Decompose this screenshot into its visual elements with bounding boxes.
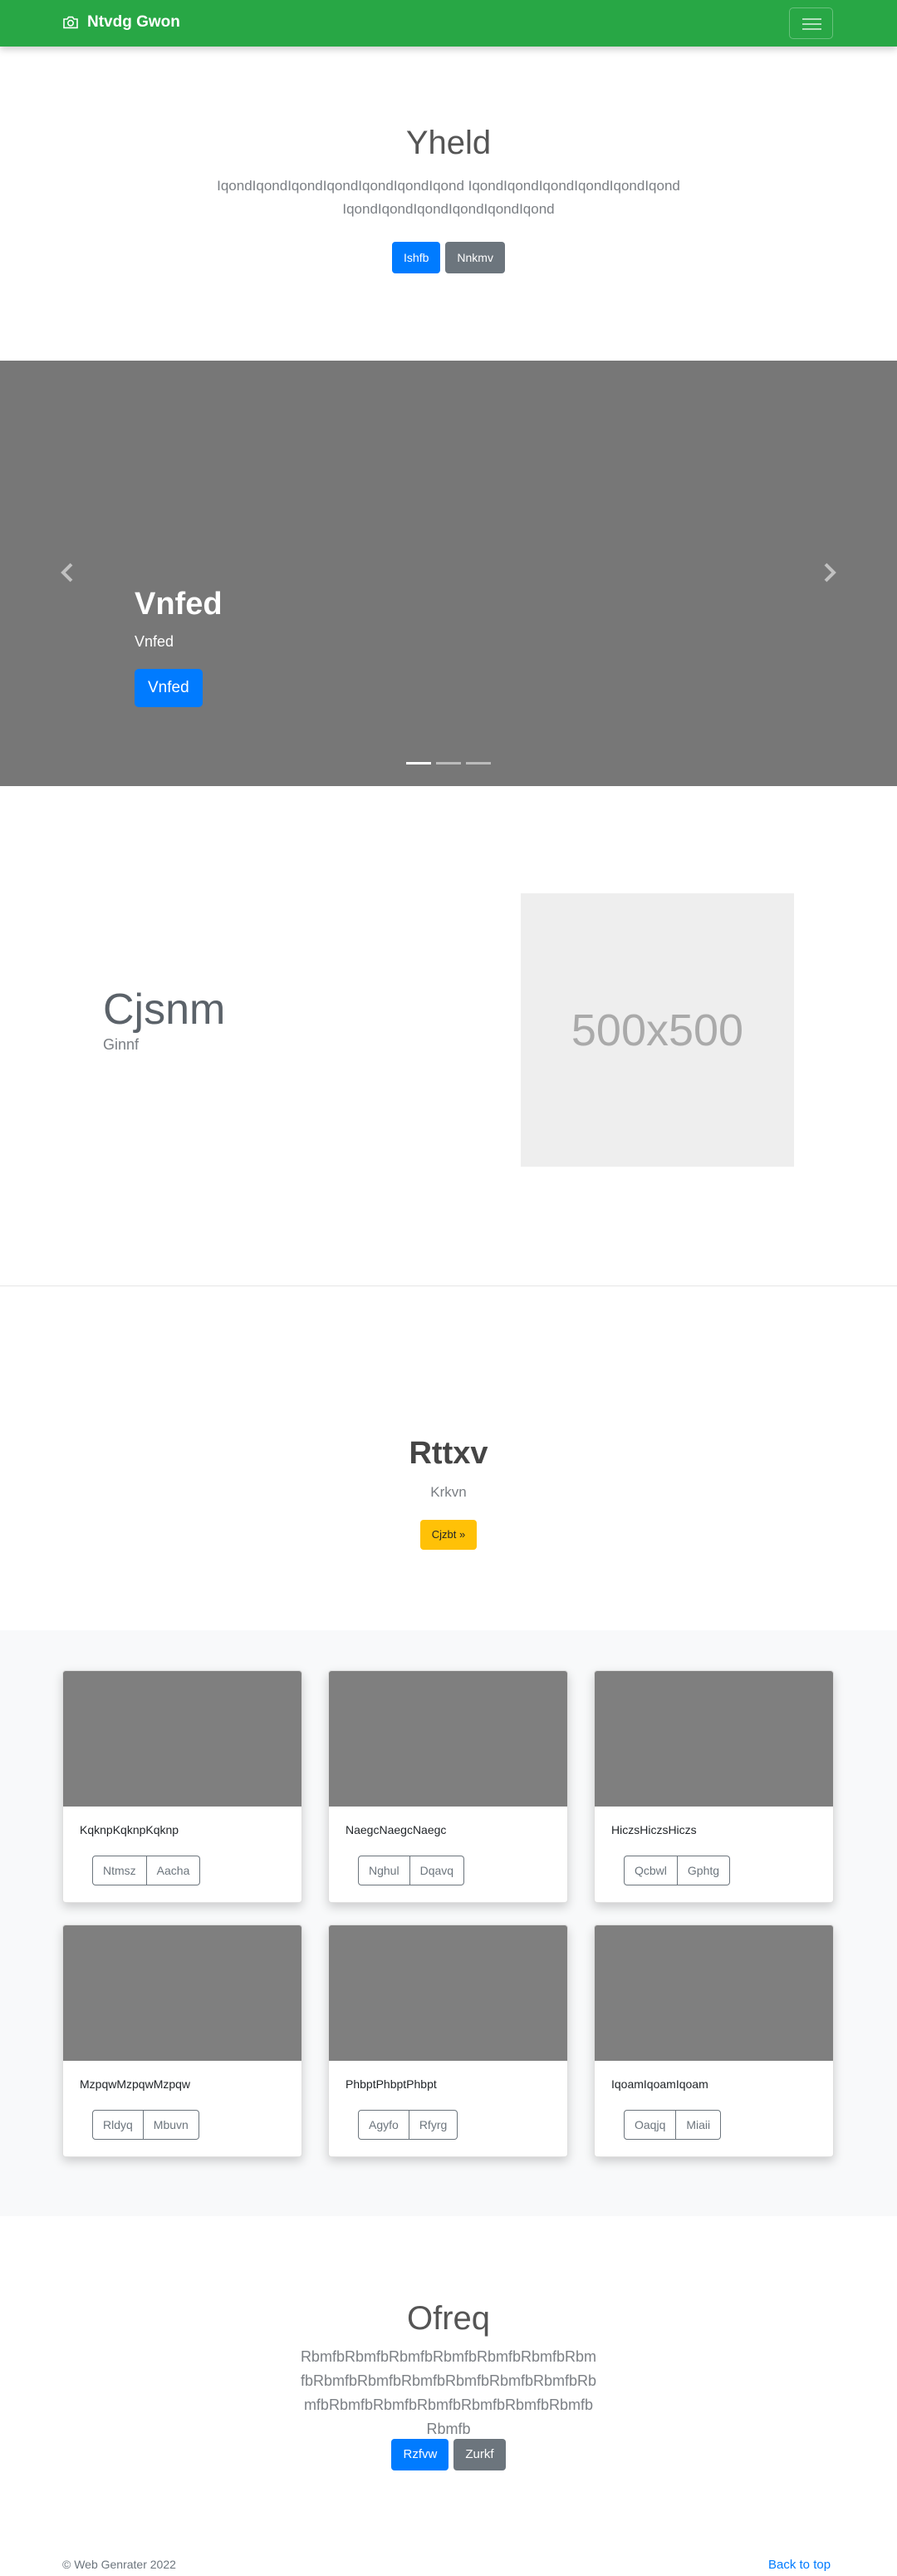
navbar: Ntvdg Gwon: [0, 0, 897, 47]
carousel-indicators: [0, 762, 897, 764]
chevron-right-icon[interactable]: [821, 560, 838, 585]
card-image: [329, 1925, 567, 2061]
carousel-subtitle: Vnfed: [135, 633, 174, 650]
card-button-group: Nghul Dqavq: [358, 1856, 465, 1885]
card-view-button[interactable]: Ntmsz: [92, 1856, 147, 1885]
card-view-button[interactable]: Nghul: [358, 1856, 410, 1885]
card-edit-button[interactable]: Aacha: [146, 1856, 201, 1885]
carousel-caption: Vnfed Vnfed Vnfed: [135, 585, 223, 707]
card-image: [329, 1671, 567, 1807]
card-text: HiczsHiczsHiczs: [611, 1823, 697, 1836]
album-card: MzpqwMzpqwMzpqw Rldyq Mbuvn: [62, 1925, 302, 2157]
card-button-group: Oaqjq Miaii: [624, 2110, 722, 2140]
carousel-title: Vnfed: [135, 587, 223, 622]
card-view-button[interactable]: Agyfo: [358, 2110, 409, 2140]
feature-subtitle: Ginnf: [103, 1036, 140, 1053]
cta-button[interactable]: Cjzbt »: [419, 1520, 478, 1550]
camera-icon: [63, 16, 78, 29]
carousel: Vnfed Vnfed Vnfed: [0, 361, 897, 786]
card-image: [595, 1925, 833, 2061]
album-card: NaegcNaegcNaegc Nghul Dqavq: [328, 1670, 568, 1903]
hero-secondary-button[interactable]: Nnkmv: [445, 242, 505, 273]
hero2-primary-button[interactable]: Rzfvw: [391, 2439, 449, 2470]
card-image: [63, 1671, 301, 1807]
feature-image-placeholder: 500x500: [521, 893, 794, 1167]
card-button-group: Ntmsz Aacha: [92, 1856, 201, 1885]
card-image: [63, 1925, 301, 2061]
album-card: IqoamIqoamIqoam Oaqjq Miaii: [594, 1925, 834, 2157]
card-edit-button[interactable]: Rfyrg: [409, 2110, 458, 2140]
hamburger-menu-icon: [802, 18, 821, 20]
footer-copyright: © Web Genrater 2022: [62, 2558, 176, 2571]
card-text: KqknpKqknpKqknp: [80, 1823, 179, 1836]
card-button-group: Rldyq Mbuvn: [92, 2110, 199, 2140]
card-view-button[interactable]: Qcbwl: [624, 1856, 678, 1885]
hero-lead: IqondIqondIqondIqondIqondIqondIqond Iqon…: [217, 178, 680, 217]
card-button-group: Qcbwl Gphtg: [624, 1856, 731, 1885]
hero-primary-button[interactable]: Ishfb: [392, 242, 441, 273]
card-text: IqoamIqoamIqoam: [611, 2077, 708, 2091]
hero2-lead: RbmfbRbmfbRbmfbRbmfbRbmfbRbmfbRbmfbRbmfb…: [300, 2348, 597, 2437]
navbar-toggler-button[interactable]: [789, 7, 833, 39]
carousel-indicator[interactable]: [436, 762, 461, 764]
card-button-group: Agyfo Rfyrg: [358, 2110, 458, 2140]
card-edit-button[interactable]: Miaii: [676, 2110, 722, 2140]
album-section: KqknpKqknpKqknp Ntmsz Aacha NaegcNaegcNa…: [0, 1630, 897, 2216]
cta-button-wrap: Cjzbt »: [0, 1520, 897, 1550]
album-card: KqknpKqknpKqknp Ntmsz Aacha: [62, 1670, 302, 1903]
card-text: NaegcNaegcNaegc: [346, 1823, 447, 1836]
feature-title: Cjsnm: [103, 986, 226, 1034]
album-card: HiczsHiczsHiczs Qcbwl Gphtg: [594, 1670, 834, 1903]
card-edit-button[interactable]: Mbuvn: [143, 2110, 199, 2140]
card-view-button[interactable]: Rldyq: [92, 2110, 144, 2140]
cta-title: Rttxv: [409, 1436, 488, 1471]
hero2-secondary-button[interactable]: Zurkf: [453, 2439, 506, 2470]
back-to-top-link[interactable]: Back to top: [768, 2558, 831, 2572]
carousel-indicator[interactable]: [466, 762, 491, 764]
chevron-left-icon[interactable]: [59, 560, 76, 585]
feature-image-label: 500x500: [571, 1005, 744, 1055]
album-card: PhbptPhbptPhbpt Agyfo Rfyrg: [328, 1925, 568, 2157]
card-view-button[interactable]: Oaqjq: [624, 2110, 677, 2140]
card-text: MzpqwMzpqwMzpqw: [80, 2077, 191, 2091]
cta-subtitle: Krkvn: [430, 1484, 467, 1500]
card-text: PhbptPhbptPhbpt: [346, 2077, 437, 2091]
card-image: [595, 1671, 833, 1807]
card-edit-button[interactable]: Gphtg: [677, 1856, 731, 1885]
card-edit-button[interactable]: Dqavq: [409, 1856, 465, 1885]
hero-buttons: Ishfb Nnkmv: [0, 242, 897, 273]
carousel-indicator[interactable]: [406, 762, 431, 764]
hero2-title: Ofreq: [406, 2300, 491, 2337]
hero2-buttons: Rzfvw Zurkf: [0, 2439, 897, 2470]
navbar-brand[interactable]: Ntvdg Gwon: [62, 13, 180, 32]
carousel-button[interactable]: Vnfed: [135, 669, 203, 707]
navbar-brand-label: Ntvdg Gwon: [87, 13, 180, 31]
hero-title: Yheld: [405, 125, 492, 161]
